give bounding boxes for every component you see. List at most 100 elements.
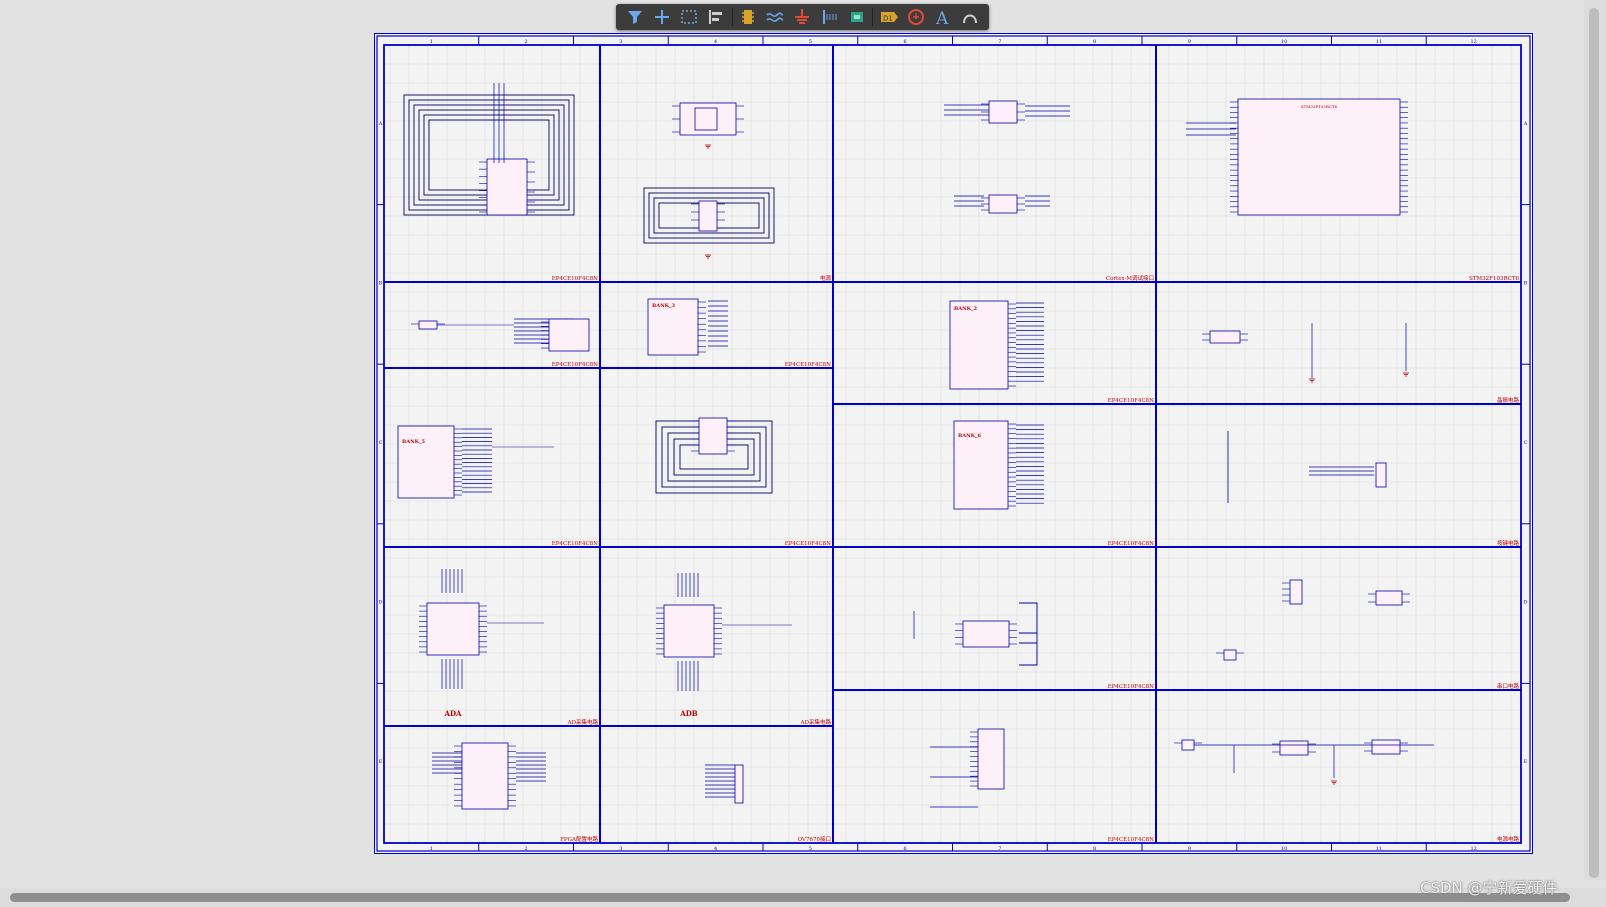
r2c1-chip-body	[548, 318, 590, 352]
connector-r2c1-body	[418, 320, 438, 330]
col-marker-bottom: 12	[1470, 846, 1476, 852]
bus-entry-icon	[850, 12, 863, 22]
text-tool-button[interactable]: A	[931, 6, 956, 28]
bank2-chip	[949, 300, 1016, 390]
toolbar-separator	[731, 8, 733, 26]
row-marker-left: C	[379, 440, 383, 446]
col-marker-bottom: 7	[998, 846, 1001, 852]
select-area-icon	[681, 10, 697, 24]
net-label-tool-button[interactable]	[817, 6, 842, 28]
select-area-tool-button[interactable]	[676, 6, 701, 28]
serial-chip-body	[1375, 590, 1403, 606]
section-title-r3c4: 按键电路	[1497, 539, 1520, 547]
place-off-sheet-tool-button[interactable]	[904, 6, 929, 28]
ground-icon	[795, 9, 810, 24]
ldo-2-body	[1371, 739, 1401, 755]
col-marker-top: 8	[1093, 39, 1096, 45]
row-marker-right: A	[1523, 121, 1528, 127]
debug-chip-bottom	[981, 194, 1025, 214]
ov7670-connector-body	[734, 764, 744, 804]
col-marker-bottom: 3	[619, 846, 622, 852]
bus-entry-tool-button[interactable]	[844, 6, 869, 28]
bank2-chip-body	[949, 300, 1009, 390]
col-marker-bottom: 4	[714, 846, 717, 852]
fpga-power-chip-body	[486, 158, 528, 216]
col-marker-top: 4	[714, 39, 717, 45]
vertical-scrollbar[interactable]	[1584, 0, 1606, 880]
serial-small-body	[1223, 649, 1237, 661]
horizontal-scrollbar[interactable]	[0, 888, 1606, 907]
col-marker-top: 3	[619, 39, 622, 45]
crystal-x1-body	[1209, 330, 1241, 344]
move-crosshair-icon	[654, 10, 669, 24]
uart-chip-body	[962, 620, 1010, 648]
debug-chip-top-body	[988, 100, 1018, 124]
component-icon	[742, 10, 755, 24]
ada-chip	[419, 602, 487, 656]
key-connector-body	[1375, 462, 1387, 488]
ov7670-connector	[734, 764, 744, 804]
col-marker-top: 5	[809, 39, 812, 45]
col-marker-bottom: 6	[904, 846, 907, 852]
port-tool-button[interactable]: D1	[876, 6, 901, 28]
debug-chip-bottom-body	[988, 194, 1018, 214]
schematic-toolbar: D1 A	[616, 4, 989, 30]
uart-chip	[955, 620, 1017, 648]
section-title-r3c2: EP4CE10F4C8N	[785, 541, 831, 547]
stm32-chip-label: STM32F103RCT6	[1301, 104, 1338, 109]
bank3-label: BANK_3	[652, 303, 676, 309]
col-marker-top: 10	[1281, 39, 1287, 45]
row-marker-right: D	[1523, 600, 1527, 606]
r5c3-chip-body	[977, 728, 1005, 790]
col-marker-top: 11	[1376, 39, 1382, 45]
section-title-r5c2: OV7670接口	[798, 835, 831, 843]
section-title-r2c2: EP4CE10F4C8N	[785, 362, 831, 368]
power-jack-body	[1181, 739, 1195, 751]
power-regulator-body	[698, 200, 718, 232]
wire-icon	[766, 12, 784, 22]
col-marker-bottom: 5	[809, 846, 812, 852]
adb-label: ADB	[679, 709, 698, 718]
section-title-r3c3: EP4CE10F4C8N	[1108, 541, 1154, 547]
section-title-r5c3: EP4CE10F4C8N	[1108, 837, 1154, 843]
vertical-scrollbar-thumb[interactable]	[1589, 8, 1599, 878]
net-label-icon	[822, 10, 837, 24]
section-title-r4c1: AD采集电路	[567, 718, 599, 726]
fpga-config-chip-body	[461, 742, 509, 810]
col-marker-bottom: 10	[1281, 846, 1287, 852]
col-marker-bottom: 2	[525, 846, 528, 852]
section-title-r4c4: 串口电路	[1497, 682, 1520, 690]
ground-tool-button[interactable]	[790, 6, 815, 28]
row-marker-right: C	[1524, 440, 1528, 446]
move-crosshair-tool-button[interactable]	[649, 6, 674, 28]
bank5-chip	[397, 425, 462, 499]
row-marker-left: A	[378, 121, 383, 127]
horizontal-scrollbar-thumb[interactable]	[10, 893, 1570, 902]
wire-tool-button[interactable]	[763, 6, 788, 28]
filter-tool-button[interactable]	[622, 6, 647, 28]
arc-tool-button[interactable]	[958, 6, 983, 28]
section-title-r2c4: 晶振电路	[1497, 396, 1520, 404]
r3c2-chip-body	[698, 417, 728, 455]
col-marker-bottom: 1	[430, 846, 433, 852]
section-title-r5c1: FPGA配置电路	[560, 835, 598, 843]
place-off-sheet-icon	[908, 9, 925, 25]
section-title-r5c4: 电源电路	[1497, 835, 1520, 843]
schematic-sheet[interactable]: 112233445566778899101011111212A AB BC CD DE E…	[374, 33, 1533, 854]
port-icon-text: D1	[883, 15, 893, 23]
key-connector	[1375, 462, 1387, 488]
bank5-label: BANK_5	[402, 439, 426, 445]
fpga-config-chip	[454, 742, 516, 810]
col-marker-bottom: 8	[1093, 846, 1096, 852]
adb-chip	[656, 604, 722, 658]
col-marker-bottom: 9	[1188, 846, 1191, 852]
component-tool-button[interactable]	[736, 6, 761, 28]
align-tool-button[interactable]	[703, 6, 728, 28]
ldo-1-body	[1279, 740, 1309, 756]
row-marker-right: E	[1524, 759, 1528, 765]
arc-icon	[963, 14, 978, 24]
filter-icon	[627, 11, 642, 24]
row-marker-right: B	[1524, 280, 1528, 286]
col-marker-top: 6	[904, 39, 907, 45]
bank5-chip-body	[397, 425, 455, 499]
